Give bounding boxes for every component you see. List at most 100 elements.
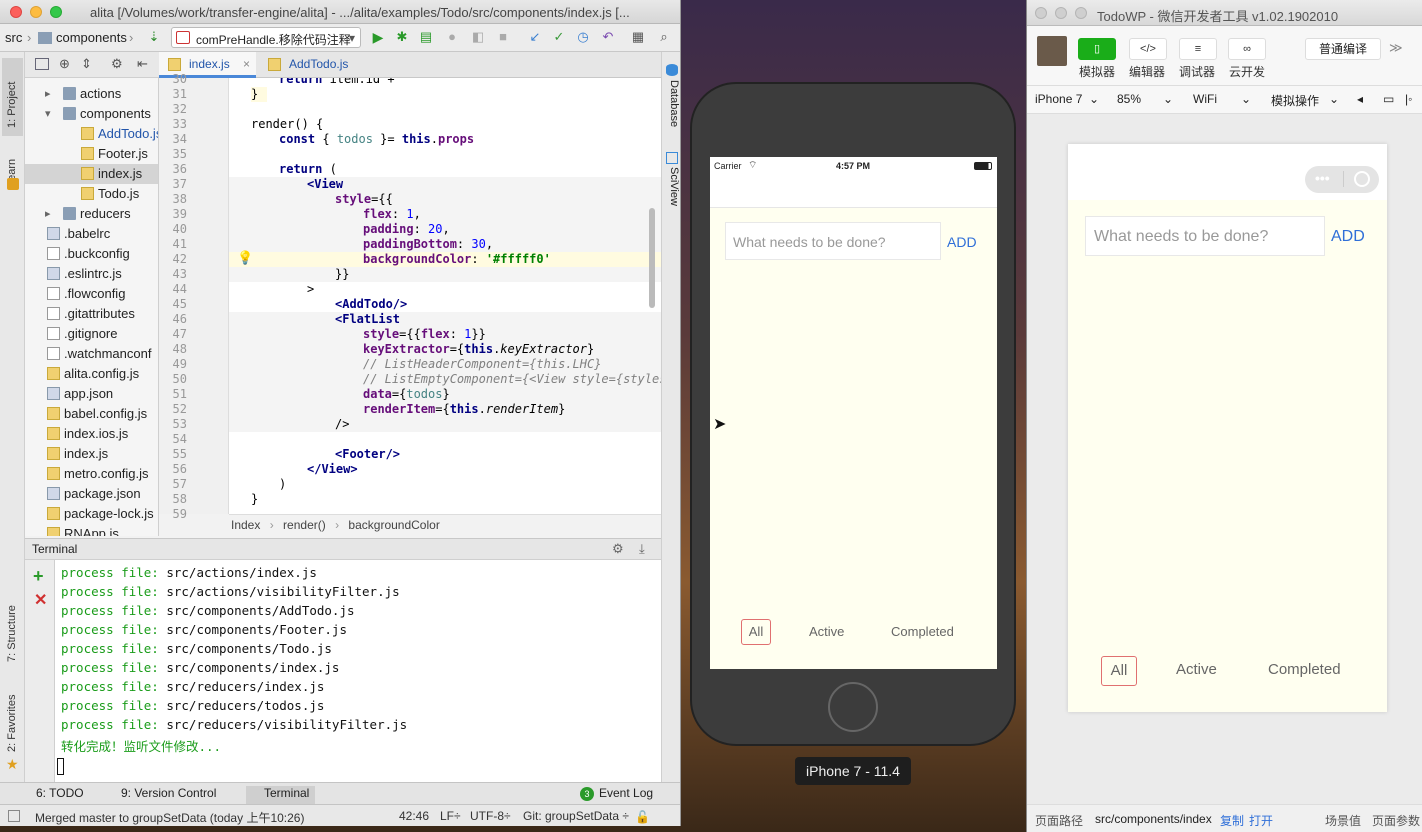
tree-item[interactable]: Footer.js [25,144,158,164]
filter-all[interactable]: All [1101,656,1137,686]
gear-icon[interactable]: ⚙ [612,541,624,557]
more-icon[interactable]: ≫ [1389,40,1403,56]
page-params-label[interactable]: 页面参数 [1372,812,1420,829]
toggle-panels-icon[interactable] [8,810,20,822]
run-icon[interactable]: ▶ [370,29,386,45]
close-session-icon[interactable]: ✕ [34,590,47,610]
more-dots-icon[interactable]: ••• [1315,170,1330,186]
tree-item[interactable]: Todo.js [25,184,158,204]
phone-icon[interactable]: ▯ [1078,38,1116,60]
tree-item[interactable]: .watchmanconf [25,344,158,364]
tree-item[interactable]: ▾ components [25,104,158,124]
chevron-down-icon[interactable]: ▾ [45,104,51,124]
zoom-select[interactable]: 85% [1117,92,1141,106]
sim-action-select[interactable]: 模拟操作 [1271,92,1319,109]
tree-item[interactable]: .buckconfig [25,244,158,264]
close-icon[interactable] [10,6,22,18]
window-icon[interactable]: ▭ [1383,92,1394,106]
tree-item[interactable]: index.js [25,164,158,184]
network-select[interactable]: WiFi [1193,92,1217,106]
lock-icon[interactable]: 🔓 [635,810,650,824]
build-icon[interactable]: ⇣ [146,29,162,45]
collapse-icon[interactable]: ⇕ [81,56,92,72]
stop-icon[interactable]: ■ [495,29,511,45]
tree-item[interactable]: .flowconfig [25,284,158,304]
add-button[interactable]: ADD [1331,228,1365,246]
vcs-update-icon[interactable]: ↙ [527,29,543,45]
attach-icon[interactable]: ◧ [470,29,486,45]
code-editor[interactable]: return item.id + } render() { const { to… [229,78,661,514]
close-icon[interactable] [1035,7,1047,19]
close-tab-icon[interactable]: × [243,57,250,71]
file-encoding[interactable]: UTF-8÷ [470,809,511,823]
event-log-tab[interactable]: Event Log [593,786,659,804]
project-tool-label[interactable]: 1: Project [6,82,18,128]
tree-item[interactable]: app.json [25,384,158,404]
tree-item[interactable]: babel.config.js [25,404,158,424]
tree-item[interactable]: .eslintrc.js [25,264,158,284]
breadcrumb-method[interactable]: render() [283,518,326,532]
add-button[interactable]: ADD [947,234,977,250]
tree-item[interactable]: .gitignore [25,324,158,344]
volume-icon[interactable]: ◂ [1357,92,1363,106]
debug-icon[interactable]: ✱ [394,29,410,45]
coverage-icon[interactable]: ▤ [418,29,434,45]
project-view-icon[interactable] [35,58,49,70]
zoom-icon[interactable] [50,6,62,18]
sciview-tool-label[interactable]: SciView [668,167,680,206]
cloud-tool-label[interactable]: 云开发 [1229,63,1265,80]
tree-item[interactable]: ▸ actions [25,84,158,104]
device-select[interactable]: iPhone 7 [1035,92,1082,106]
status-message[interactable]: Merged master to groupSetData (today 上午1… [35,809,304,826]
chevron-right-icon[interactable]: ▸ [45,84,51,104]
code-icon[interactable]: </> [1129,38,1167,60]
line-separator[interactable]: LF÷ [440,809,461,823]
capsule-button[interactable]: ••• [1305,166,1379,193]
new-session-icon[interactable]: + [33,566,44,587]
vcs-history-icon[interactable]: ◷ [575,29,591,45]
tree-item[interactable]: index.js [25,444,158,464]
copy-link[interactable]: 复制 [1220,812,1244,829]
breadcrumb-prop[interactable]: backgroundColor [348,518,439,532]
debug-sliders-icon[interactable]: ≡ [1179,38,1217,60]
open-link[interactable]: 打开 [1249,812,1273,829]
profile-icon[interactable]: ● [444,29,460,45]
tree-item[interactable]: alita.config.js [25,364,158,384]
filter-active[interactable]: Active [1176,661,1217,678]
favorites-tool-label[interactable]: 2: Favorites [6,695,18,752]
locate-icon[interactable]: ⊕ [59,56,70,72]
editor-scrollbar[interactable] [649,208,655,308]
tree-item[interactable]: .gitattributes [25,304,158,324]
home-button[interactable] [828,682,878,732]
project-structure-icon[interactable]: ▦ [630,29,646,45]
tree-item[interactable]: .babelrc [25,224,158,244]
simulator-tool-label[interactable]: 模拟器 [1079,63,1115,80]
cloud-link-icon[interactable]: ∞ [1228,38,1266,60]
vcs-commit-icon[interactable]: ✓ [551,29,567,45]
tree-item[interactable]: metro.config.js [25,464,158,484]
avatar[interactable] [1037,36,1067,66]
run-config-select[interactable]: comPreHandle.移除代码注释 ▾ [171,27,361,48]
minimize-icon[interactable] [30,6,42,18]
chevron-right-icon[interactable]: ▸ [45,204,51,224]
filter-completed[interactable]: Completed [1268,661,1341,678]
hide-panel-icon[interactable]: ⤓ [639,541,645,557]
revert-icon[interactable]: ↶ [600,29,616,45]
debugger-tool-label[interactable]: 调试器 [1179,63,1215,80]
close-circle-icon[interactable] [1354,171,1370,187]
tree-item[interactable]: RNApp.js [25,524,158,536]
tree-item[interactable]: AddTodo.js [25,124,158,144]
tab-addtodo-js[interactable]: AddTodo.js [259,52,359,78]
version-control-tab[interactable]: 9: Version Control [115,786,222,804]
crumb-components[interactable]: components [56,30,127,45]
search-icon[interactable]: ⌕ [656,29,672,45]
zoom-icon[interactable] [1075,7,1087,19]
structure-tool-label[interactable]: 7: Structure [6,605,18,662]
cursor-position[interactable]: 42:46 [399,809,429,823]
gear-icon[interactable]: ⚙ [111,56,123,72]
compile-mode-select[interactable]: 普通编译 [1305,38,1381,60]
terminal-output[interactable]: process file: src/actions/index.js proces… [55,560,661,782]
terminal-tab[interactable]: Terminal [246,786,316,804]
breadcrumb-class[interactable]: Index [231,518,260,532]
crumb-src[interactable]: src [5,30,22,45]
